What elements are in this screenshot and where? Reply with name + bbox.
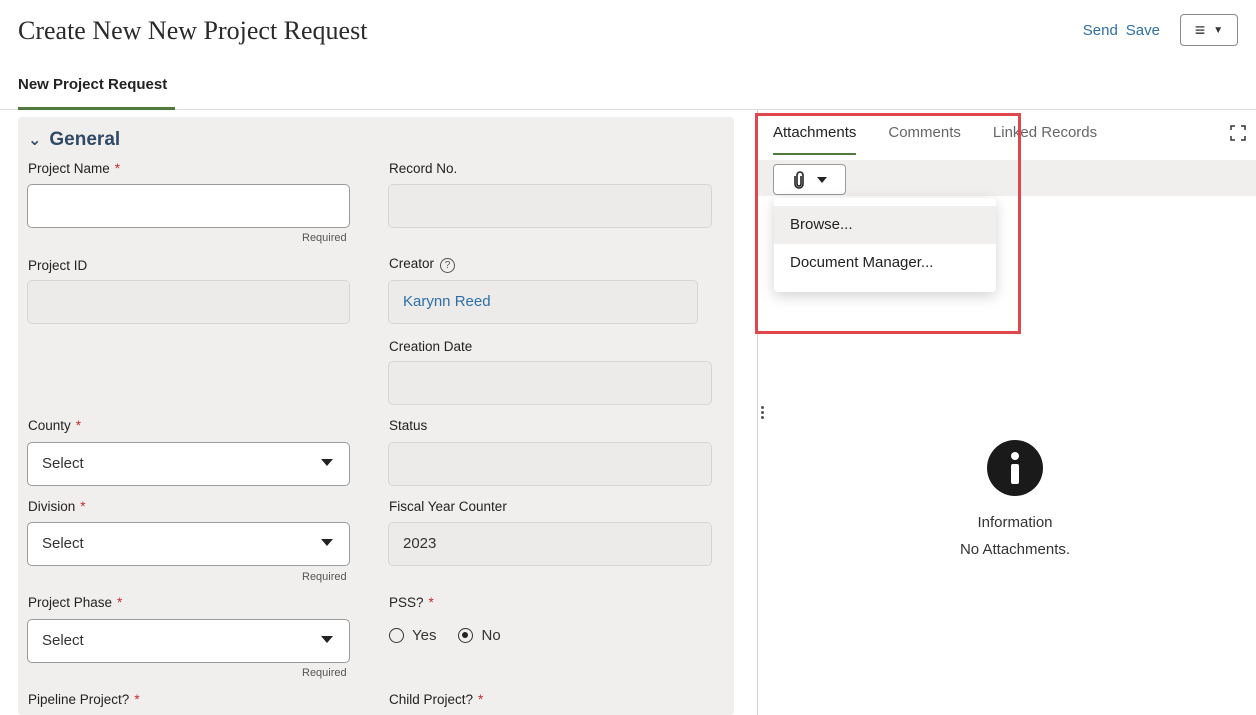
pss-radio-no[interactable]: No	[458, 627, 501, 644]
project-name-label-text: Project Name	[28, 161, 110, 176]
caret-down-icon	[816, 176, 827, 183]
pipeline-project-label-text: Pipeline Project?	[28, 692, 130, 707]
required-mark: *	[428, 595, 434, 610]
creator-value[interactable]: Karynn Reed	[403, 293, 491, 310]
caret-down-icon	[321, 459, 333, 466]
caret-down-icon	[321, 636, 333, 643]
section-header-general[interactable]: ⌄ General	[28, 129, 120, 151]
header-actions: Send Save ≡ ▼	[1083, 14, 1238, 46]
division-hint: Required	[302, 571, 347, 583]
division-value: Select	[42, 535, 84, 552]
hamburger-menu-icon: ≡	[1194, 20, 1206, 40]
panel-divider	[757, 110, 758, 715]
tab-comments[interactable]: Comments	[888, 124, 961, 155]
division-label: Division *	[28, 499, 86, 514]
send-button[interactable]: Send	[1083, 22, 1118, 39]
expand-icon[interactable]	[1230, 125, 1246, 141]
pss-label: PSS? *	[389, 595, 434, 610]
creation-date-field	[388, 361, 712, 405]
fiscal-year-counter-field: 2023	[388, 522, 712, 566]
status-field	[388, 442, 712, 486]
pss-radio-group: Yes No	[389, 627, 501, 644]
project-name-hint: Required	[302, 232, 347, 244]
fiscal-year-counter-label: Fiscal Year Counter	[389, 499, 507, 514]
required-mark: *	[117, 595, 123, 610]
required-mark: *	[114, 161, 121, 176]
info-icon	[987, 440, 1043, 496]
creator-label-text: Creator	[389, 256, 435, 271]
project-name-label: Project Name *	[28, 161, 120, 176]
division-select[interactable]: Select	[27, 522, 350, 566]
actions-menu-button[interactable]: ≡ ▼	[1180, 14, 1238, 46]
child-project-label: Child Project? *	[389, 692, 483, 707]
general-section: ⌄ General Project Name * Required Project…	[18, 117, 734, 715]
required-mark: *	[134, 692, 140, 707]
help-icon[interactable]: ?	[440, 258, 456, 273]
tab-attachments[interactable]: Attachments	[773, 124, 857, 155]
paperclip-icon	[793, 170, 804, 189]
record-no-label: Record No.	[389, 161, 458, 176]
project-phase-value: Select	[42, 632, 84, 649]
attach-button[interactable]	[773, 164, 846, 195]
attach-dropdown-menu: Browse... Document Manager...	[774, 198, 996, 292]
division-label-text: Division	[28, 499, 76, 514]
pss-radio-yes[interactable]: Yes	[389, 627, 436, 644]
page-title: Create New New Project Request	[18, 16, 368, 45]
project-id-label: Project ID	[28, 258, 88, 273]
county-label: County *	[28, 418, 81, 433]
fiscal-year-counter-value: 2023	[403, 535, 437, 552]
empty-state-title: Information	[977, 514, 1053, 531]
menu-item-document-manager[interactable]: Document Manager...	[774, 244, 996, 282]
page-tabs: New Project Request	[0, 66, 1256, 110]
tab-new-project-request[interactable]: New Project Request	[18, 76, 175, 110]
attachments-empty-state: Information No Attachments.	[920, 440, 1110, 558]
creator-field: Karynn Reed	[388, 280, 698, 324]
project-phase-label: Project Phase *	[28, 595, 122, 610]
pss-label-text: PSS?	[389, 595, 424, 610]
required-mark: *	[75, 418, 82, 433]
county-value: Select	[42, 455, 84, 472]
chevron-down-icon: ⌄	[28, 132, 42, 149]
side-panel-tabs: Attachments Comments Linked Records	[773, 124, 1097, 155]
caret-down-icon	[321, 539, 333, 546]
creation-date-label: Creation Date	[389, 339, 473, 354]
county-label-text: County	[28, 418, 71, 433]
caret-down-icon: ▼	[1213, 24, 1224, 36]
status-label: Status	[389, 418, 428, 433]
radio-circle	[389, 628, 404, 643]
menu-item-browse[interactable]: Browse...	[774, 206, 996, 244]
empty-state-message: No Attachments.	[959, 541, 1071, 558]
tab-linked-records[interactable]: Linked Records	[993, 124, 1097, 155]
county-select[interactable]: Select	[27, 442, 350, 486]
record-no-field	[388, 184, 712, 228]
required-mark: *	[80, 499, 86, 514]
creator-label: Creator?	[389, 256, 456, 273]
radio-circle-selected	[458, 628, 474, 643]
child-project-label-text: Child Project?	[389, 692, 474, 707]
radio-label: Yes	[412, 627, 437, 644]
section-title: General	[49, 129, 121, 150]
required-mark: *	[478, 692, 484, 707]
radio-label: No	[481, 627, 501, 644]
project-phase-label-text: Project Phase	[28, 595, 113, 610]
project-name-input[interactable]	[27, 184, 350, 228]
project-phase-select[interactable]: Select	[27, 619, 350, 663]
panel-resize-handle[interactable]	[761, 404, 767, 421]
project-phase-hint: Required	[302, 667, 347, 679]
save-button[interactable]: Save	[1126, 22, 1160, 39]
project-id-field	[27, 280, 350, 324]
pipeline-project-label: Pipeline Project? *	[28, 692, 140, 707]
